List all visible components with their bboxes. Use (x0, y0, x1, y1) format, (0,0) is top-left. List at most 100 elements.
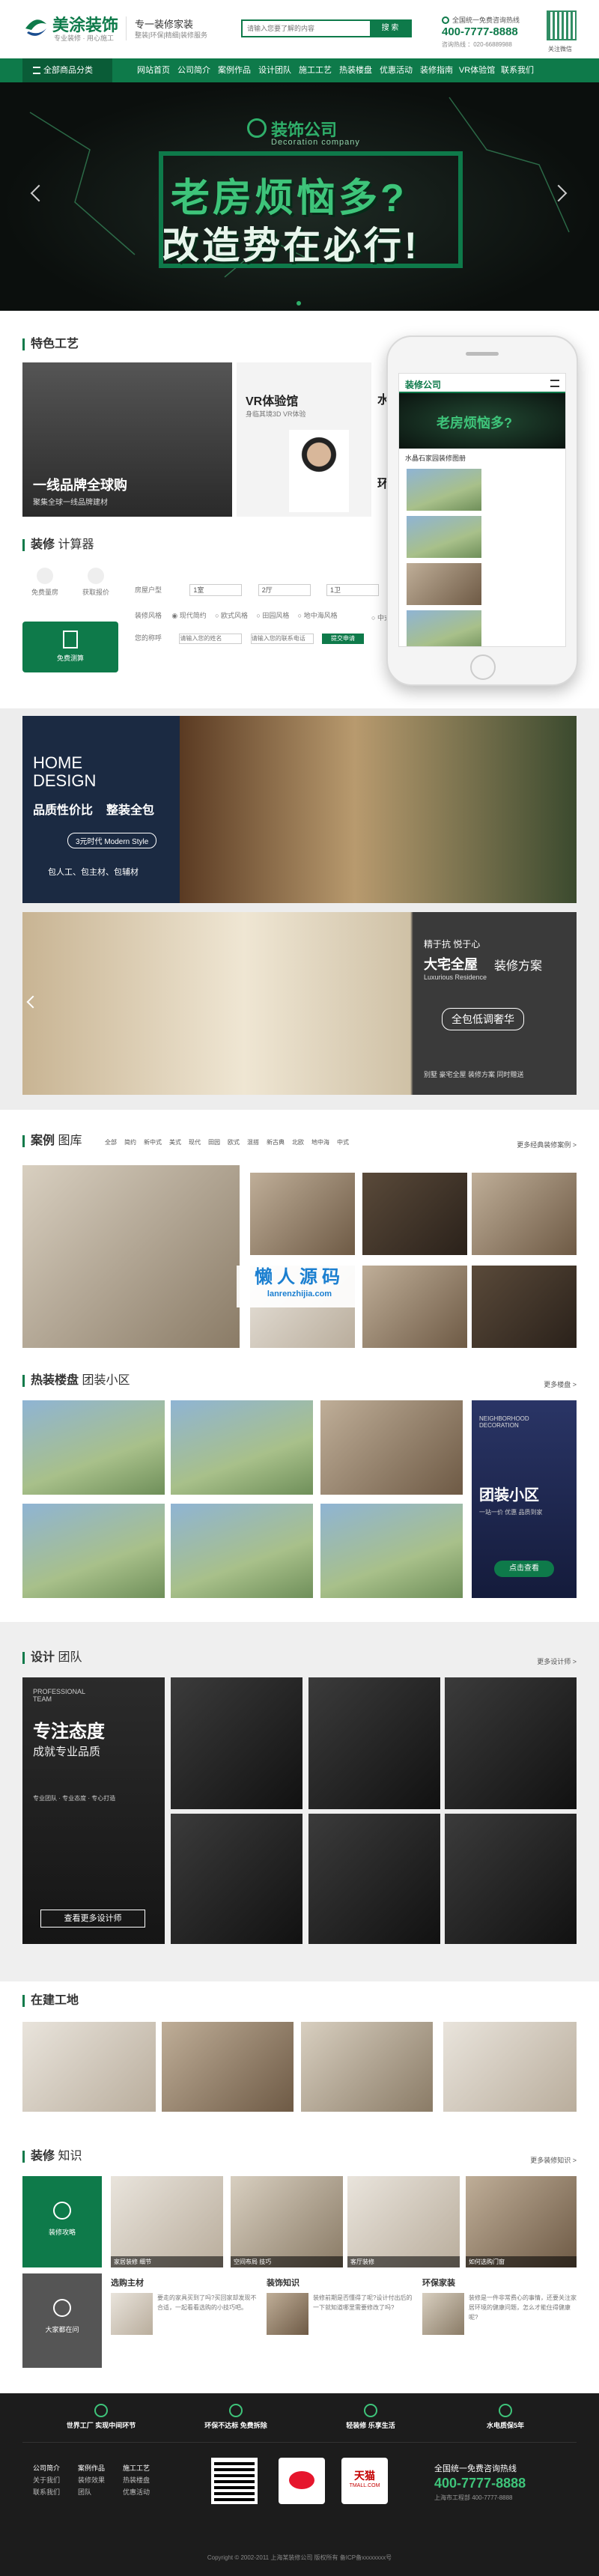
footer-link[interactable]: 热装楼盘 (123, 2474, 150, 2486)
nav-craft[interactable]: 施工工艺 (295, 58, 335, 82)
estate-thumb[interactable] (22, 1504, 165, 1598)
phone-input[interactable] (250, 633, 314, 644)
footer-link[interactable]: 公司简介 (33, 2462, 60, 2474)
case-thumb[interactable] (472, 1266, 577, 1348)
search-input[interactable] (243, 21, 370, 36)
nav-vr[interactable]: VR体验馆 (457, 58, 497, 82)
filter-rustic[interactable]: 田园 (208, 1139, 220, 1146)
nav-guide[interactable]: 装修指南 (416, 58, 457, 82)
filter-simple[interactable]: 简约 (124, 1139, 136, 1146)
cases-more[interactable]: 更多经典装修案例 > (517, 1140, 577, 1149)
style-option-1[interactable]: ◉ 现代简约 (171, 612, 206, 619)
footer-qr-icon[interactable] (211, 2458, 258, 2504)
filter-chinese[interactable]: 中式 (337, 1139, 349, 1146)
filter-all[interactable]: 全部 (105, 1139, 117, 1146)
site-thumb[interactable] (162, 2022, 294, 2112)
designer-photo[interactable] (308, 1814, 440, 1944)
estate-side-card[interactable]: NEIGHBORHOOD DECORATION 团装小区 一站一价 优惠 品质到… (472, 1400, 577, 1598)
banner-dot[interactable] (297, 301, 301, 306)
filter-american[interactable]: 美式 (169, 1139, 181, 1146)
promo-home-design[interactable]: HOME DESIGN 品质性价比 整装全包 3元时代 Modern Style… (22, 716, 577, 903)
footer-badge: 水电质保5年 (442, 2404, 569, 2430)
site-thumb[interactable] (443, 2022, 577, 2112)
nav-offers[interactable]: 优惠活动 (376, 58, 416, 82)
estate-thumb[interactable] (22, 1400, 165, 1495)
estate-thumb[interactable] (320, 1504, 463, 1598)
promo-prev-icon[interactable] (26, 995, 40, 1009)
nav-home[interactable]: 网站首页 (133, 58, 174, 82)
estate-thumb[interactable] (171, 1400, 313, 1495)
knowledge-col-1[interactable]: 选购主材 要走的家具买到了吗?买回家却发现不合适，一起看看选购的小技巧吧。 (111, 2276, 261, 2335)
footer-link[interactable]: 装修效果 (78, 2474, 105, 2486)
knowledge-thumb[interactable]: 空间布局 技巧 (231, 2176, 343, 2267)
footer-link[interactable]: 案例作品 (78, 2462, 105, 2474)
knowledge-tab-2[interactable]: 大家都在问 (22, 2273, 102, 2368)
estate-thumb[interactable] (320, 1400, 463, 1495)
style-option-3[interactable]: ○ 田园风格 (256, 612, 289, 619)
craft-card-1[interactable]: 一线品牌全球购 聚集全球一线品牌建材 (22, 362, 232, 517)
filter-modern[interactable]: 现代 (189, 1139, 201, 1146)
qr-code-icon[interactable] (547, 10, 577, 40)
case-thumb[interactable] (362, 1173, 467, 1255)
estate-side-button[interactable]: 点击查看 (494, 1561, 554, 1577)
calc-tab-2[interactable]: 获取报价 (73, 563, 118, 608)
designer-photo[interactable] (308, 1677, 440, 1809)
price-label: 品质性价比 (33, 804, 94, 817)
filter-mix[interactable]: 混搭 (247, 1139, 259, 1146)
nav-estates[interactable]: 热装楼盘 (335, 58, 376, 82)
weibo-icon[interactable] (279, 2458, 325, 2504)
logo-icon[interactable] (22, 13, 49, 40)
site-thumb[interactable] (301, 2022, 433, 2112)
team-button[interactable]: 查看更多设计师 (40, 1910, 145, 1928)
knowledge-col-3[interactable]: 环保家装 装修是一件非常费心的事情，还要关注家居环境的健康问题，怎么才能住得健康… (422, 2276, 577, 2335)
filter-nordic[interactable]: 北欧 (292, 1139, 304, 1146)
nav-contact[interactable]: 联系我们 (497, 58, 538, 82)
footer-link[interactable]: 团队 (78, 2486, 105, 2498)
site-thumb[interactable] (22, 2022, 156, 2112)
search-button[interactable]: 搜 索 (370, 21, 410, 36)
craft-card-2[interactable]: VR体验馆 身临其境3D VR体验 (237, 362, 371, 517)
knowledge-thumb[interactable]: 客厅装修 (347, 2176, 460, 2267)
designer-photo[interactable] (171, 1677, 302, 1809)
knowledge-col-2[interactable]: 装饰知识 装修前期是否懂得了呢?设计付出后的一下就知道哪里需要修改了吗? (267, 2276, 416, 2335)
submit-button[interactable]: 提交申请 (322, 634, 365, 644)
nav-cases[interactable]: 案例作品 (214, 58, 255, 82)
filter-mediterranean[interactable]: 地中海 (311, 1139, 329, 1146)
all-categories[interactable]: 全部商品分类 (22, 58, 112, 82)
filter-neoclassic[interactable]: 新古典 (267, 1139, 285, 1146)
design-more[interactable]: 更多设计师 > (537, 1656, 577, 1666)
calc-tab-1[interactable]: 免费量房 (22, 563, 67, 608)
name-input[interactable] (179, 633, 243, 644)
style-option-2[interactable]: ○ 欧式风格 (215, 612, 248, 619)
estate-thumb[interactable] (171, 1504, 313, 1598)
designer-photo[interactable] (445, 1677, 577, 1809)
knowledge-tab-1[interactable]: 装修攻略 (22, 2176, 102, 2267)
promo-luxury[interactable]: 精于抗 悦于心 大宅全屋 装修方案 Luxurious Residence 全包… (22, 912, 577, 1095)
nav-about[interactable]: 公司简介 (174, 58, 214, 82)
footer-link[interactable]: 联系我们 (33, 2486, 60, 2498)
case-main[interactable] (22, 1165, 240, 1348)
hall-select[interactable]: 2厅 (258, 584, 311, 596)
footer-link[interactable]: 施工工艺 (123, 2462, 150, 2474)
nav-team[interactable]: 设计团队 (255, 58, 295, 82)
nav-list: 网站首页 公司简介 案例作品 设计团队 施工工艺 热装楼盘 优惠活动 装修指南 VR体验馆 联系我… (133, 58, 538, 82)
bath-select[interactable]: 1卫 (326, 584, 380, 596)
designer-photo[interactable] (171, 1814, 302, 1944)
knowledge-more[interactable]: 更多装修知识 > (530, 2155, 577, 2165)
footer-link[interactable]: 关于我们 (33, 2474, 60, 2486)
calc-tab-3[interactable]: 免费测算 (22, 622, 118, 672)
style-option-4[interactable]: ○ 地中海风格 (298, 612, 338, 619)
case-thumb[interactable] (250, 1173, 355, 1255)
room-select[interactable]: 1室 (189, 584, 243, 596)
designer-photo[interactable] (445, 1814, 577, 1944)
case-thumb[interactable] (362, 1266, 467, 1348)
case-thumb[interactable] (472, 1173, 577, 1255)
tmall-icon[interactable]: 天猫 TMALL.COM (341, 2458, 388, 2504)
knowledge-thumb[interactable]: 家居装修 细节 (111, 2176, 223, 2267)
footer-link[interactable]: 优惠活动 (123, 2486, 150, 2498)
filter-european[interactable]: 欧式 (228, 1139, 240, 1146)
knowledge-thumb[interactable]: 如何选购门窗 (466, 2176, 577, 2267)
filter-newchinese[interactable]: 新中式 (144, 1139, 162, 1146)
home-design-1: HOME (33, 753, 82, 772)
estates-more[interactable]: 更多楼盘 > (544, 1379, 577, 1389)
